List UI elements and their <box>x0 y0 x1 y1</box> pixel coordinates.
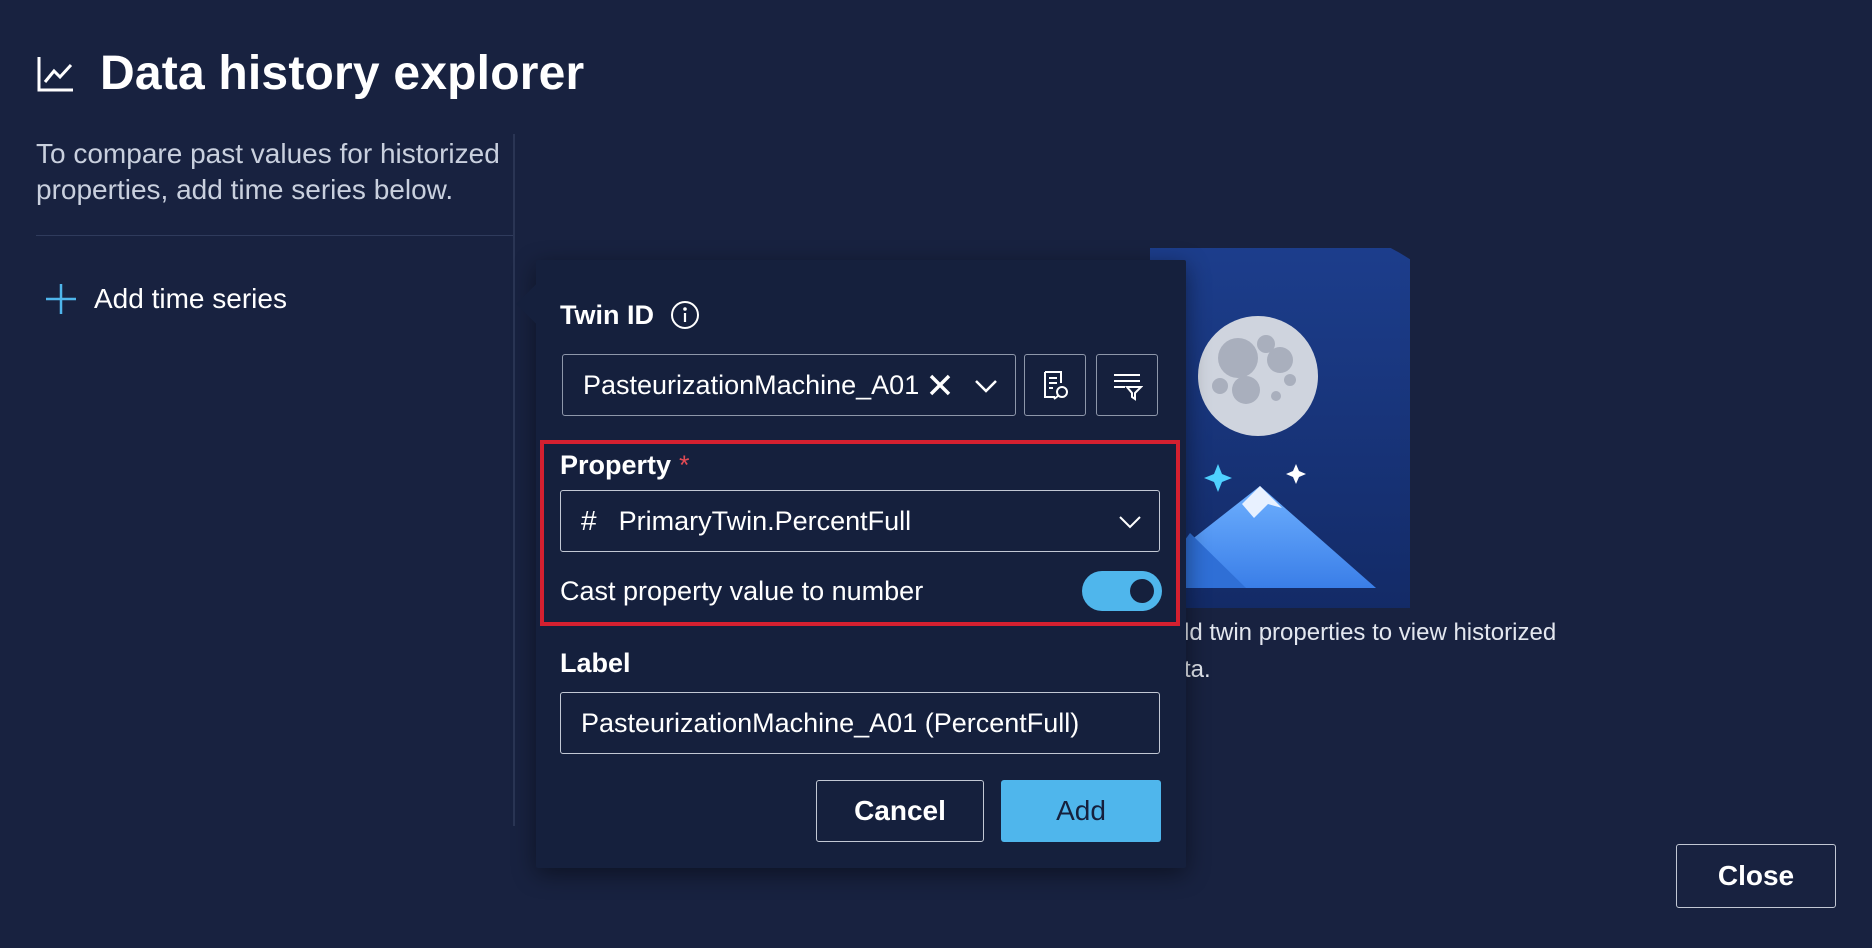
page-title: Data history explorer <box>100 47 585 100</box>
property-value: PrimaryTwin.PercentFull <box>618 505 912 536</box>
close-button[interactable]: Close <box>1676 844 1836 908</box>
filter-icon <box>1114 374 1143 401</box>
callout-beak <box>516 284 556 324</box>
document-search-icon <box>1044 371 1068 400</box>
cancel-button[interactable]: Cancel <box>816 780 984 842</box>
filter-button[interactable] <box>1096 354 1158 416</box>
twin-id-label: Twin ID <box>560 300 654 330</box>
add-time-series-callout: Twin ID PasteurizationMachine_A01 Proper… <box>516 260 1186 868</box>
empty-state-line-2: ta. <box>1184 656 1211 683</box>
chevron-down-icon[interactable] <box>973 372 999 398</box>
empty-state-illustration <box>1150 248 1410 608</box>
cast-to-number-toggle[interactable] <box>1082 571 1162 611</box>
number-type-icon: # <box>581 505 597 536</box>
empty-state-line-1: ld twin properties to view historized <box>1184 619 1557 646</box>
chart-line-icon <box>37 56 73 91</box>
divider <box>36 235 514 236</box>
chevron-down-icon <box>1119 516 1141 529</box>
instructions-text: To compare past values for historized pr… <box>36 138 500 205</box>
clear-icon[interactable] <box>927 372 953 398</box>
panel-divider <box>513 134 515 826</box>
add-time-series-label: Add time series <box>94 283 287 314</box>
advanced-search-button[interactable] <box>1024 354 1086 416</box>
info-icon[interactable] <box>670 300 700 330</box>
required-marker: * <box>679 450 690 480</box>
add-time-series-button[interactable]: Add time series <box>44 282 287 316</box>
property-label: Property * <box>560 450 690 481</box>
toggle-knob <box>1130 579 1154 603</box>
twin-id-combobox[interactable]: PasteurizationMachine_A01 <box>562 354 1016 416</box>
property-label-text: Property <box>560 450 672 480</box>
add-button[interactable]: Add <box>1001 780 1161 842</box>
empty-state-text: ld twin properties to view historized ta… <box>1184 614 1604 688</box>
label-input[interactable]: PasteurizationMachine_A01 (PercentFull) <box>560 692 1160 754</box>
cast-to-number-label: Cast property value to number <box>560 576 924 606</box>
plus-icon <box>46 284 76 314</box>
left-panel: To compare past values for historized pr… <box>36 136 514 208</box>
twin-id-value: PasteurizationMachine_A01 <box>583 369 920 400</box>
property-dropdown[interactable]: # PrimaryTwin.PercentFull <box>560 490 1160 552</box>
label-field-label: Label <box>560 648 631 678</box>
page-header: Data history explorer <box>36 46 584 101</box>
